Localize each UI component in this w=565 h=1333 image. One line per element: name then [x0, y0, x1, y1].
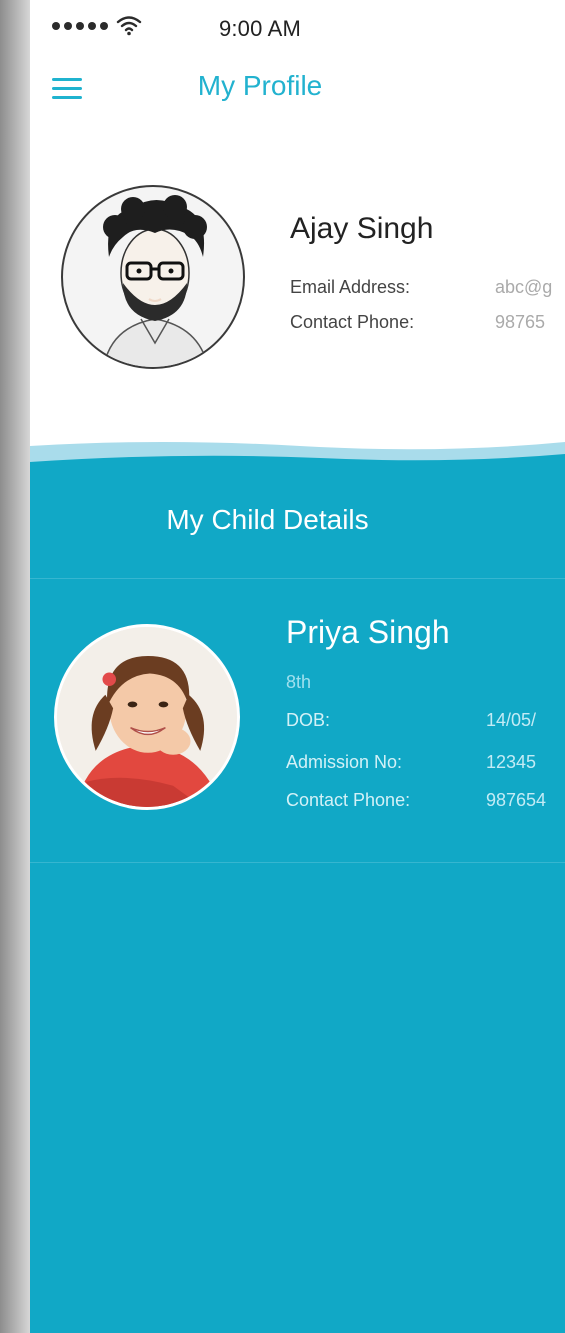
email-row: Email Address: abc@g — [290, 277, 552, 298]
profile-avatar — [61, 185, 245, 369]
admission-value: 12345 — [486, 752, 537, 772]
profile-card: Ajay Singh Email Address: abc@g Contact … — [30, 132, 565, 442]
divider — [30, 862, 565, 863]
child-name: Priya Singh — [286, 614, 450, 650]
status-bar: 9:00 AM — [30, 0, 565, 56]
child-phone-label: Contact Phone: — [286, 790, 411, 810]
child-avatar — [54, 624, 240, 810]
dob-row: DOB: 14/05/ — [286, 710, 536, 731]
child-phone-value: 987654 — [486, 790, 547, 810]
admission-row: Admission No: 12345 — [286, 752, 536, 773]
phone-value: 98765 — [495, 312, 546, 332]
phone-screen: 9:00 AM My Profile Ajay Singh Email Addr… — [30, 0, 565, 1333]
phone-label: Contact Phone: — [290, 312, 415, 332]
status-time: 9:00 AM — [218, 16, 302, 41]
child-class: 8th — [286, 672, 312, 692]
phone-row: Contact Phone: 98765 — [290, 312, 545, 333]
dob-value: 14/05/ — [486, 710, 537, 730]
email-value: abc@g — [495, 277, 553, 297]
section-title: My Child Details — [166, 504, 369, 535]
divider — [30, 578, 565, 579]
page-title: My Profile — [197, 70, 323, 101]
device-bezel — [0, 0, 30, 1333]
wave-separator — [30, 442, 565, 476]
admission-label: Admission No: — [286, 752, 403, 772]
dob-label: DOB: — [286, 710, 331, 730]
nav-bar: My Profile — [30, 56, 565, 133]
profile-name: Ajay Singh — [290, 212, 434, 245]
child-details-section: My Child Details Priya Singh 8th DOB: 14… — [30, 464, 565, 1333]
email-label: Email Address: — [290, 277, 411, 297]
child-phone-row: Contact Phone: 987654 — [286, 790, 546, 811]
